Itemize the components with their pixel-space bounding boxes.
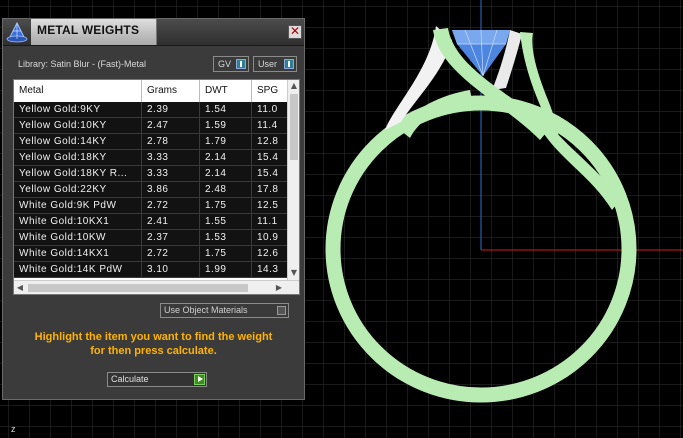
cell-grams: 3.10 (142, 262, 200, 278)
cell-spg: 15.4 (252, 150, 292, 166)
table-row[interactable]: Yellow Gold:9KY 2.39 1.54 11.0 (14, 102, 292, 118)
vertical-scrollbar[interactable]: ▲ ▼ (287, 80, 299, 280)
cell-grams: 2.78 (142, 134, 200, 150)
cell-grams: 2.41 (142, 214, 200, 230)
cell-grams: 2.72 (142, 246, 200, 262)
column-header-spg[interactable]: SPG (252, 80, 292, 102)
cell-metal: White Gold:10KW (14, 230, 142, 246)
table-row[interactable]: White Gold:10KW 2.37 1.53 10.9 (14, 230, 292, 246)
cell-metal: Yellow Gold:10KY (14, 118, 142, 134)
title-tab: METAL WEIGHTS (31, 19, 157, 45)
cell-dwt: 1.79 (200, 134, 252, 150)
cell-metal: White Gold:9K PdW (14, 198, 142, 214)
library-label: Library: Satin Blur - (Fast)-Metal (18, 59, 147, 69)
cell-spg: 10.9 (252, 230, 292, 246)
cell-dwt: 1.59 (200, 118, 252, 134)
cell-metal: Yellow Gold:18KY (14, 150, 142, 166)
table-row[interactable]: Yellow Gold:22KY 3.86 2.48 17.8 (14, 182, 292, 198)
instruction-line-1: Highlight the item you want to find the … (34, 331, 273, 343)
cell-dwt: 1.75 (200, 246, 252, 262)
cell-metal: White Gold:10KX1 (14, 214, 142, 230)
metal-weights-panel[interactable]: METAL WEIGHTS ✕ Library: Satin Blur - (F… (2, 18, 305, 400)
cell-metal: Yellow Gold:18KY R... (14, 166, 142, 182)
cell-spg: 12.8 (252, 134, 292, 150)
use-object-materials-toggle[interactable]: Use Object Materials (160, 303, 289, 318)
cell-grams: 2.39 (142, 102, 200, 118)
cell-metal: White Gold:14KX1 (14, 246, 142, 262)
gv-toggle[interactable]: GV (213, 56, 249, 72)
cell-spg: 11.4 (252, 118, 292, 134)
column-header-dwt[interactable]: DWT (200, 80, 252, 102)
column-header-grams[interactable]: Grams (142, 80, 200, 102)
table-row[interactable]: Yellow Gold:18KY R... 3.33 2.14 15.4 (14, 166, 292, 182)
scroll-left-icon[interactable]: ◀ (15, 283, 25, 293)
scroll-down-icon[interactable]: ▼ (289, 268, 299, 278)
table-row[interactable]: White Gold:14K PdW 3.10 1.99 14.3 (14, 262, 292, 278)
horizontal-scrollbar[interactable]: ◀ ▶ (14, 280, 299, 294)
cell-spg: 11.1 (252, 214, 292, 230)
cell-spg: 15.4 (252, 166, 292, 182)
scroll-right-icon[interactable]: ▶ (274, 283, 284, 293)
close-icon[interactable]: ✕ (288, 25, 302, 39)
cell-metal: White Gold:14K PdW (14, 262, 142, 278)
cell-dwt: 1.54 (200, 102, 252, 118)
toggle-knob-icon (236, 59, 246, 69)
cell-spg: 17.8 (252, 182, 292, 198)
gv-label: GV (218, 59, 232, 69)
cell-grams: 3.33 (142, 166, 200, 182)
cell-grams: 3.33 (142, 150, 200, 166)
table-row[interactable]: White Gold:14KX1 2.72 1.75 12.6 (14, 246, 292, 262)
cell-spg: 12.5 (252, 198, 292, 214)
title-bar[interactable]: METAL WEIGHTS ✕ (3, 19, 304, 46)
table-row[interactable]: White Gold:10KX1 2.41 1.55 11.1 (14, 214, 292, 230)
cell-metal: Yellow Gold:22KY (14, 182, 142, 198)
cell-grams: 2.72 (142, 198, 200, 214)
metal-weights-table[interactable]: Metal Grams DWT SPG Yellow Gold:9KY 2.39 1… (13, 79, 300, 295)
use-object-materials-label: Use Object Materials (164, 305, 248, 315)
cell-grams: 2.47 (142, 118, 200, 134)
window-title: METAL WEIGHTS (37, 23, 140, 37)
cell-dwt: 2.14 (200, 166, 252, 182)
scroll-up-icon[interactable]: ▲ (289, 81, 299, 91)
cell-dwt: 2.14 (200, 150, 252, 166)
vertical-scroll-thumb[interactable] (290, 94, 298, 160)
wizard-hat-icon (5, 21, 29, 43)
cell-spg: 14.3 (252, 262, 292, 278)
user-label: User (258, 59, 278, 69)
instruction-text: Highlight the item you want to find the … (13, 330, 294, 358)
toggle-knob-icon (284, 59, 294, 69)
cell-spg: 12.6 (252, 246, 292, 262)
cell-dwt: 1.53 (200, 230, 252, 246)
table-body: Yellow Gold:9KY 2.39 1.54 11.0 Yellow Gold:1… (14, 102, 292, 278)
table-row[interactable]: Yellow Gold:10KY 2.47 1.59 11.4 (14, 118, 292, 134)
toggle-knob-icon (277, 306, 286, 315)
cell-dwt: 1.55 (200, 214, 252, 230)
cell-spg: 11.0 (252, 102, 292, 118)
cell-metal: Yellow Gold:14KY (14, 134, 142, 150)
cell-metal: Yellow Gold:9KY (14, 102, 142, 118)
cell-grams: 2.37 (142, 230, 200, 246)
table-row[interactable]: White Gold:9K PdW 2.72 1.75 12.5 (14, 198, 292, 214)
table-row[interactable]: Yellow Gold:14KY 2.78 1.79 12.8 (14, 134, 292, 150)
user-toggle[interactable]: User (253, 56, 297, 72)
calculate-button[interactable]: Calculate (107, 372, 207, 387)
column-header-metal[interactable]: Metal (14, 80, 142, 102)
cell-dwt: 1.99 (200, 262, 252, 278)
cell-grams: 3.86 (142, 182, 200, 198)
cell-dwt: 1.75 (200, 198, 252, 214)
calculate-label: Calculate (111, 374, 149, 384)
table-header: Metal Grams DWT SPG (14, 80, 292, 102)
z-axis-label: z (11, 424, 16, 434)
instruction-line-2: for then press calculate. (90, 345, 217, 357)
play-icon (194, 374, 205, 385)
table-row[interactable]: Yellow Gold:18KY 3.33 2.14 15.4 (14, 150, 292, 166)
cell-dwt: 2.48 (200, 182, 252, 198)
horizontal-scroll-thumb[interactable] (28, 284, 248, 292)
